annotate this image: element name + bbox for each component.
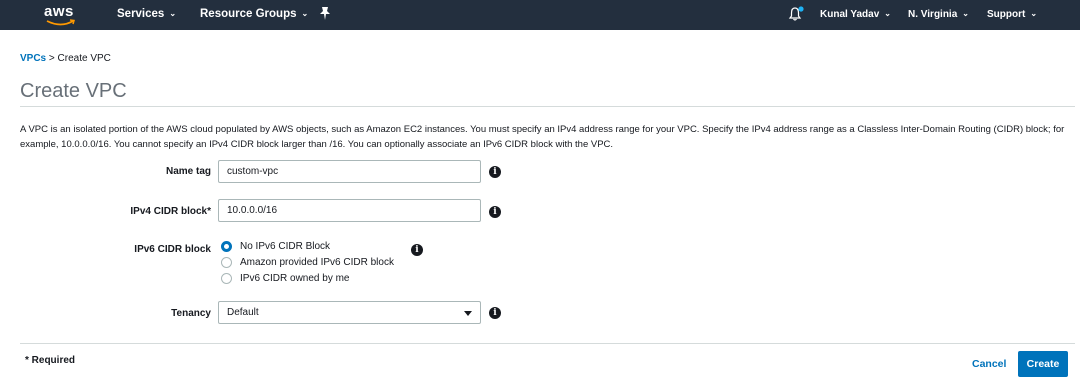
radio-button-selected[interactable] [221,240,232,252]
chevron-down-icon: ⌄ [962,9,969,18]
radio-button[interactable] [221,256,232,268]
dropdown-caret-icon [464,311,472,316]
user-menu[interactable]: Kunal Yadav ⌄ [820,9,891,20]
ipv4-cidr-info-icon[interactable]: i [489,206,501,218]
breadcrumb-separator: > [46,53,58,64]
create-button[interactable]: Create [1018,351,1068,377]
required-note: * Required [25,355,76,366]
bell-icon[interactable] [788,6,804,22]
aws-logo-text: aws [44,3,74,20]
ipv6-option-owned[interactable]: IPv6 CIDR owned by me [221,271,350,285]
ipv6-option-none[interactable]: No IPv6 CIDR Block [221,239,330,253]
tenancy-info-icon[interactable]: i [489,307,501,319]
radio-label: IPv6 CIDR owned by me [240,272,350,284]
chevron-down-icon: ⌄ [1030,9,1038,18]
tenancy-value: Default [227,307,259,318]
ipv4-cidr-label: IPv4 CIDR block* [130,206,211,217]
region-name: N. Virginia [908,9,958,20]
breadcrumb-current: Create VPC [57,53,111,64]
services-menu[interactable]: Services ⌄ [117,8,176,20]
support-label: Support [987,9,1026,20]
radio-button[interactable] [221,272,232,284]
footer-divider [20,343,1075,344]
breadcrumb: VPCs > Create VPC [20,53,111,64]
breadcrumb-vpcs-link[interactable]: VPCs [20,53,46,64]
support-menu[interactable]: Support ⌄ [987,9,1037,20]
ipv4-cidr-input[interactable] [218,199,481,222]
name-tag-label: Name tag [165,166,211,177]
notification-dot [798,6,804,12]
title-divider [20,106,1075,107]
page-description: A VPC is an isolated portion of the AWS … [20,124,1065,150]
page-title: Create VPC [20,80,127,102]
tenancy-label: Tenancy [171,308,211,319]
resource-groups-menu[interactable]: Resource Groups ⌄ [200,8,308,20]
top-nav-bar: aws Services ⌄ Resource Groups ⌄ Kunal Yad… [0,0,1080,30]
pin-icon[interactable] [318,6,332,22]
services-label: Services [117,8,165,20]
ipv6-cidr-info-icon[interactable]: i [411,244,423,256]
ipv6-cidr-label: IPv6 CIDR block [134,244,211,255]
cancel-button[interactable]: Cancel [972,358,1006,370]
radio-label: Amazon provided IPv6 CIDR block [240,256,394,268]
region-menu[interactable]: N. Virginia ⌄ [908,9,969,20]
resource-groups-label: Resource Groups [200,8,297,20]
chevron-down-icon: ⌄ [301,9,309,18]
chevron-down-icon: ⌄ [884,9,891,18]
aws-smile-icon [46,19,75,26]
user-name: Kunal Yadav [820,9,880,20]
tenancy-select[interactable]: Default [218,301,481,324]
ipv6-option-amazon[interactable]: Amazon provided IPv6 CIDR block [221,255,394,269]
aws-logo[interactable]: aws [44,2,84,28]
name-tag-input[interactable] [218,160,481,183]
chevron-down-icon: ⌄ [169,9,177,18]
name-tag-info-icon[interactable]: i [489,166,501,178]
radio-label: No IPv6 CIDR Block [240,240,331,252]
